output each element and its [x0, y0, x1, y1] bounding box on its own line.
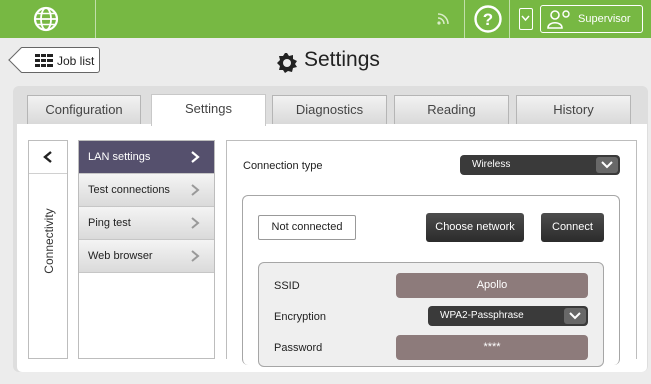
tab-settings[interactable]: Settings	[151, 94, 266, 126]
menu-item-label: Test connections	[88, 184, 170, 196]
menu-item-label: Ping test	[88, 217, 131, 229]
globe-icon	[33, 6, 59, 32]
menu-item-lan-settings[interactable]: LAN settings	[79, 141, 214, 174]
menu-item-web-browser[interactable]: Web browser	[79, 240, 214, 273]
menu-item-label: LAN settings	[88, 151, 151, 163]
tab-configuration[interactable]: Configuration	[27, 95, 141, 124]
password-field[interactable]: ****	[396, 335, 588, 360]
user-icon	[547, 10, 570, 29]
chevron-right-icon	[191, 250, 200, 262]
connection-type-label: Connection type	[243, 160, 323, 172]
gear-icon	[277, 53, 297, 73]
help-button[interactable]: ?	[464, 0, 510, 38]
ssid-label: SSID	[274, 280, 300, 292]
grid-icon	[35, 54, 53, 67]
tab-history[interactable]: History	[516, 95, 631, 124]
job-list-back-button[interactable]: Job list	[21, 47, 100, 73]
chevron-right-icon	[191, 184, 200, 196]
user-menu-dropdown[interactable]	[519, 8, 533, 30]
user-button[interactable]: Supervisor	[540, 5, 643, 33]
encryption-select[interactable]: WPA2-Passphrase	[428, 306, 588, 326]
menu-item-test-connections[interactable]: Test connections	[79, 174, 214, 207]
help-icon: ?	[474, 5, 502, 33]
password-label: Password	[274, 342, 323, 354]
encryption-value: WPA2-Passphrase	[440, 310, 524, 321]
language-button[interactable]	[0, 0, 96, 38]
choose-network-button[interactable]: Choose network	[426, 213, 524, 242]
chevron-left-icon[interactable]	[42, 150, 54, 164]
connection-status: Not connected	[258, 215, 356, 240]
chevron-right-icon	[191, 151, 200, 163]
connectivity-panel[interactable]: Connectivity	[28, 140, 68, 359]
ssid-field[interactable]: Apollo	[396, 273, 588, 298]
chevron-down-icon	[601, 161, 613, 169]
encryption-label: Encryption	[274, 311, 326, 323]
chevron-down-icon	[521, 15, 530, 22]
menu-item-ping-test[interactable]: Ping test	[79, 207, 214, 240]
connection-type-value: Wireless	[472, 159, 511, 170]
connectivity-label: Connectivity	[42, 208, 56, 274]
chevron-down-icon	[569, 312, 581, 320]
tab-reading[interactable]: Reading	[394, 95, 509, 124]
connect-button[interactable]: Connect	[541, 213, 604, 242]
top-bar: ? Supervisor	[0, 0, 651, 38]
connection-type-select[interactable]: Wireless	[460, 155, 620, 175]
rss-icon	[437, 13, 449, 25]
user-name: Supervisor	[578, 13, 631, 25]
menu-item-label: Web browser	[88, 250, 153, 262]
page-title-text: Settings	[304, 48, 380, 71]
tab-diagnostics[interactable]: Diagnostics	[272, 95, 387, 124]
job-list-label: Job list	[57, 54, 95, 68]
bottom-edge	[0, 372, 651, 384]
svg-text:?: ?	[483, 10, 493, 29]
chevron-right-icon	[191, 217, 200, 229]
